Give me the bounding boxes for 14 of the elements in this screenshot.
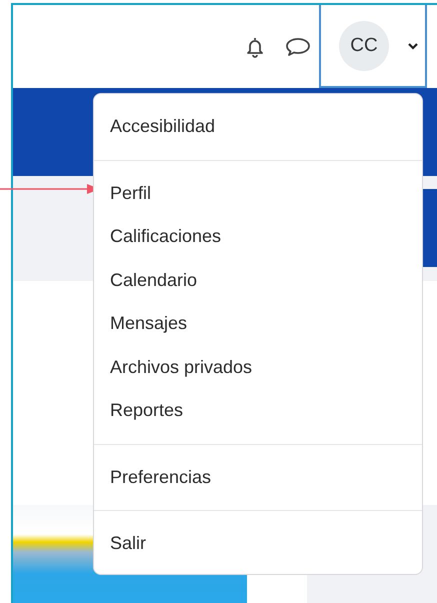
menu-item[interactable]: Salir <box>94 522 422 566</box>
menu-item[interactable]: Archivos privados <box>94 346 422 389</box>
speech-bubble-icon[interactable] <box>285 36 311 56</box>
menu-item[interactable]: Calificaciones <box>94 215 422 258</box>
menu-item[interactable]: Mensajes <box>94 302 422 346</box>
menu-item[interactable]: Perfil <box>94 172 422 215</box>
menu-item[interactable]: Calendario <box>94 258 422 302</box>
user-avatar: CC <box>339 20 389 70</box>
caret-icon <box>407 42 419 50</box>
notification-bell-icon[interactable] <box>245 36 265 58</box>
menu-item[interactable]: Accesibilidad <box>94 105 422 148</box>
user-menu-button[interactable]: CC <box>319 5 427 88</box>
menu-item[interactable]: Preferencias <box>94 456 422 499</box>
menu-item[interactable]: Reportes <box>94 389 422 432</box>
